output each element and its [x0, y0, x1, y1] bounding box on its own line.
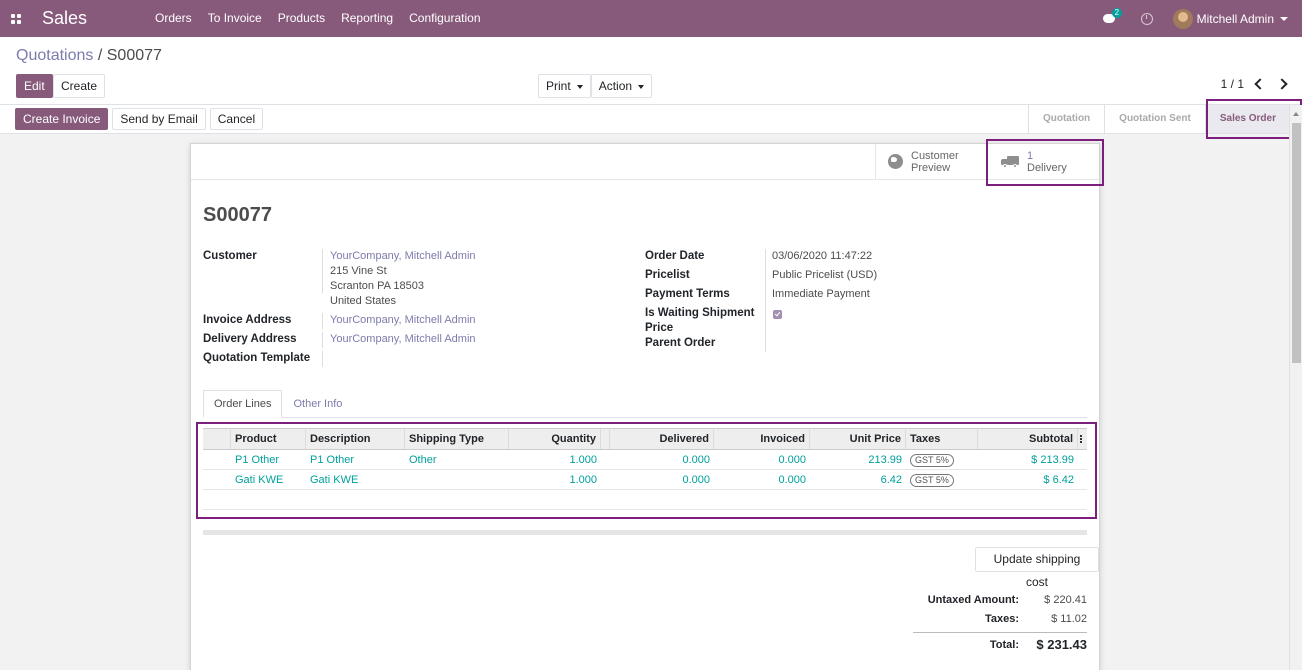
notebook-tabs: Order Lines Other Info — [203, 390, 1087, 418]
print-dropdown-button[interactable]: Print — [538, 74, 591, 98]
top-navbar: Sales Orders To Invoice Products Reporti… — [0, 0, 1302, 37]
stage-quotation[interactable]: Quotation — [1027, 105, 1104, 133]
preview-label-2: Preview — [911, 161, 951, 174]
action-dropdown-button[interactable]: Action — [590, 74, 653, 98]
create-button[interactable]: Create — [53, 74, 106, 98]
untaxed-amount-label: Untaxed Amount: — [927, 593, 1019, 606]
pager-value[interactable]: 1 / 1 — [1221, 77, 1244, 91]
menu-orders[interactable]: Orders — [147, 0, 200, 37]
customer-city: Scranton PA 18503 — [330, 280, 424, 292]
breadcrumb: Quotations / S00077 — [16, 47, 162, 65]
stage-quotation-sent[interactable]: Quotation Sent — [1104, 105, 1205, 133]
user-name[interactable]: Mitchell Admin — [1197, 12, 1274, 26]
activity-clock-icon[interactable] — [1140, 12, 1153, 25]
send-by-email-button[interactable]: Send by Email — [112, 108, 206, 130]
user-menu-caret-icon[interactable] — [1280, 16, 1288, 21]
menu-reporting[interactable]: Reporting — [333, 0, 401, 37]
menu-to-invoice[interactable]: To Invoice — [200, 0, 270, 37]
payment-terms-label: Payment Terms — [645, 288, 730, 300]
parent-order-label: Parent Order — [645, 337, 716, 349]
taxes-label: Taxes: — [984, 612, 1019, 625]
pager-previous-icon[interactable] — [1254, 78, 1266, 90]
apps-menu-icon[interactable] — [0, 0, 32, 37]
customer-street: 215 Vine St — [330, 265, 387, 277]
app-name[interactable]: Sales — [32, 8, 147, 29]
stage-highlight-box — [1206, 99, 1302, 139]
delivery-highlight-box — [986, 139, 1104, 186]
delivery-address-label: Delivery Address — [203, 333, 297, 345]
customer-country: United States — [330, 295, 397, 307]
pricelist-value: Public Pricelist (USD) — [772, 269, 878, 281]
order-date-label: Order Date — [645, 250, 705, 262]
scrollbar-thumb[interactable] — [1292, 123, 1301, 363]
status-bar: Create Invoice Send by Email Cancel Quot… — [0, 105, 1302, 134]
action-button-group: Print Action — [538, 74, 653, 98]
tab-other-info[interactable]: Other Info — [282, 390, 353, 417]
customer-preview-button[interactable]: Customer Preview — [875, 144, 987, 179]
waiting-shipment-label-line1: Is Waiting Shipment — [645, 307, 755, 319]
customer-label: Customer — [203, 250, 257, 262]
menu-configuration[interactable]: Configuration — [401, 0, 488, 37]
preview-label-1: Customer — [911, 149, 959, 162]
section-divider — [203, 530, 1087, 535]
order-lines-highlight-box — [196, 422, 1097, 519]
breadcrumb-current: S00077 — [106, 47, 162, 64]
user-avatar[interactable] — [1172, 8, 1193, 29]
customer-link[interactable]: YourCompany, Mitchell Admin — [330, 249, 476, 264]
pager-next-icon[interactable] — [1276, 78, 1288, 90]
taxes-value: $ 11.02 — [1051, 612, 1087, 625]
globe-icon — [888, 154, 903, 169]
smart-button-box: Customer Preview 1 Delivery — [191, 144, 1099, 180]
breadcrumb-separator: / — [97, 47, 103, 64]
delivery-address-link[interactable]: YourCompany, Mitchell Admin — [330, 332, 476, 347]
update-shipping-cost-button[interactable]: Update shipping cost — [975, 547, 1099, 589]
pricelist-label: Pricelist — [645, 269, 690, 281]
invoice-address-link[interactable]: YourCompany, Mitchell Admin — [330, 313, 476, 328]
page-title: S00077 — [203, 204, 272, 226]
scroll-up-icon[interactable] — [1293, 112, 1299, 116]
pager: 1 / 1 — [1221, 77, 1288, 91]
total-value: $ 231.43 — [1036, 637, 1087, 652]
edit-button[interactable]: Edit — [16, 74, 53, 98]
menu-products[interactable]: Products — [270, 0, 333, 37]
form-sheet: Customer Preview 1 Delivery S00077 Custome… — [190, 143, 1100, 670]
waiting-shipment-label-line2: Price — [645, 322, 674, 334]
control-panel: Quotations / S00077 Edit Create Print Ac… — [0, 37, 1302, 105]
total-label: Total: — [989, 638, 1019, 651]
chat-count-badge: 2 — [1111, 7, 1123, 18]
page-scrollbar[interactable] — [1289, 105, 1302, 670]
quotation-template-label: Quotation Template — [203, 352, 311, 364]
create-invoice-button[interactable]: Create Invoice — [15, 108, 109, 130]
chat-icon[interactable]: 2 — [1102, 7, 1123, 26]
payment-terms-value: Immediate Payment — [772, 288, 870, 300]
cancel-button[interactable]: Cancel — [209, 108, 264, 130]
tab-order-lines[interactable]: Order Lines — [203, 390, 283, 418]
order-date-value: 03/06/2020 11:47:22 — [772, 250, 873, 262]
waiting-shipment-checkbox[interactable] — [773, 310, 782, 319]
untaxed-amount-value: $ 220.41 — [1044, 593, 1087, 606]
breadcrumb-quotations[interactable]: Quotations — [16, 47, 93, 64]
invoice-address-label: Invoice Address — [203, 314, 292, 326]
order-totals: Untaxed Amount: $ 220.41 Taxes: $ 11.02 … — [913, 590, 1087, 656]
